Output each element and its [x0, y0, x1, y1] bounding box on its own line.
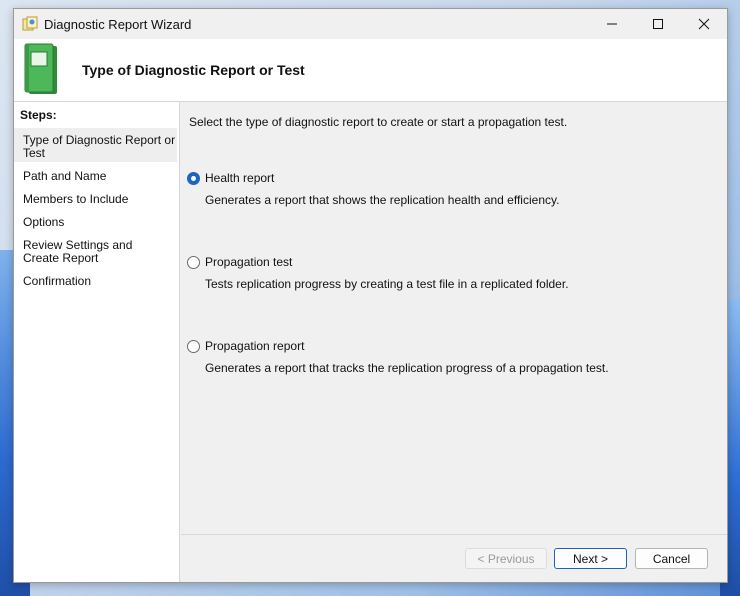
title-bar[interactable]: Diagnostic Report Wizard: [14, 9, 727, 39]
close-button[interactable]: [681, 9, 727, 39]
step-type-of-report: Type of Diagnostic Report or Test: [14, 128, 177, 162]
cancel-button[interactable]: Cancel: [635, 548, 708, 569]
window-title: Diagnostic Report Wizard: [44, 17, 192, 32]
propagation-report-radio[interactable]: [187, 340, 200, 353]
previous-button[interactable]: < Previous: [465, 548, 547, 569]
page-title: Type of Diagnostic Report or Test: [82, 62, 305, 78]
wizard-header: Type of Diagnostic Report or Test: [14, 39, 727, 102]
propagation-test-radio[interactable]: [187, 256, 200, 269]
health-report-label[interactable]: Health report: [205, 171, 274, 185]
steps-heading: Steps:: [20, 108, 57, 122]
step-review-settings: Review Settings and Create Report: [14, 239, 164, 265]
step-path-and-name: Path and Name: [14, 170, 177, 183]
step-members: Members to Include: [14, 193, 177, 206]
maximize-button[interactable]: [635, 9, 681, 39]
wizard-window: Diagnostic Report Wizard Type of Diagnos…: [13, 8, 728, 583]
main-content: Select the type of diagnostic report to …: [181, 102, 727, 582]
propagation-test-label[interactable]: Propagation test: [205, 255, 292, 269]
close-icon: [698, 18, 710, 30]
step-label: Review Settings and Create Report: [23, 238, 133, 265]
propagation-test-description: Tests replication progress by creating a…: [205, 277, 569, 291]
health-report-radio[interactable]: [187, 172, 200, 185]
green-book-icon: [24, 43, 57, 94]
wizard-app-icon: [22, 16, 38, 31]
maximize-icon: [653, 19, 663, 29]
footer-divider: [181, 534, 727, 535]
minimize-button[interactable]: [589, 9, 635, 39]
step-options: Options: [14, 216, 177, 229]
step-label: Type of Diagnostic Report or Test: [23, 133, 176, 160]
intro-text: Select the type of diagnostic report to …: [189, 115, 568, 129]
steps-sidebar: Steps: Type of Diagnostic Report or Test…: [14, 102, 180, 582]
step-label: Confirmation: [23, 274, 92, 288]
next-button[interactable]: Next >: [554, 548, 627, 569]
step-label: Options: [23, 215, 65, 229]
health-report-description: Generates a report that shows the replic…: [205, 193, 560, 207]
step-label: Path and Name: [23, 169, 107, 183]
propagation-report-label[interactable]: Propagation report: [205, 339, 304, 353]
minimize-icon: [607, 23, 617, 25]
propagation-report-description: Generates a report that tracks the repli…: [205, 361, 609, 375]
step-label: Members to Include: [23, 192, 129, 206]
step-confirmation: Confirmation: [14, 275, 177, 288]
